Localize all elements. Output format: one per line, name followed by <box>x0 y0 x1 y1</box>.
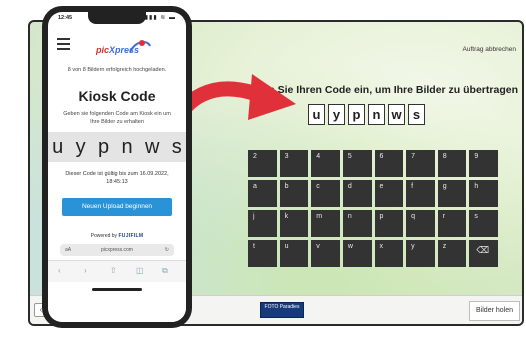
code-validity-text: Dieser Code ist gültig bis zum 16.09.202… <box>65 171 169 185</box>
home-indicator <box>92 288 142 291</box>
reload-icon[interactable]: ↻ <box>165 244 169 256</box>
browser-toolbar: ‹ › ⇧ ◫ ⧉ <box>48 260 186 283</box>
menu-icon[interactable] <box>57 38 70 53</box>
bookmarks-icon[interactable]: ◫ <box>136 266 144 275</box>
upload-status-text: 8 von 8 Bildern erfolgreich hochgeladen. <box>67 67 167 73</box>
instruction-text: Geben sie folgenden Code am Kiosk ein um… <box>63 111 171 125</box>
powered-by: Powered by FUJIFILM <box>90 233 144 239</box>
forward-icon[interactable]: › <box>84 266 87 275</box>
phone-code-char: u <box>52 135 64 158</box>
status-time: 12:45 <box>58 15 73 21</box>
page-title: Kiosk Code <box>78 88 156 104</box>
phone-code-char: p <box>98 135 110 158</box>
logo-text: picXpress <box>96 45 140 55</box>
phone-code-char: w <box>144 135 160 158</box>
phone-code-char: s <box>171 135 182 158</box>
text-size-icon[interactable]: aA <box>65 244 71 256</box>
tabs-icon[interactable]: ⧉ <box>162 266 168 276</box>
share-icon[interactable]: ⇧ <box>110 266 117 275</box>
status-bar: 12:45 ▮▮▮ ≋ ▬ <box>58 14 176 24</box>
url-text: picxpress.com <box>101 247 133 253</box>
back-icon[interactable]: ‹ <box>58 266 61 275</box>
phone-code-char: y <box>75 135 86 158</box>
phone-code-display: u y p n w s <box>48 132 186 162</box>
phone-code-char: n <box>121 135 133 158</box>
picxpress-logo: picXpress <box>96 38 152 60</box>
browser-url-bar[interactable]: aA picxpress.com ↻ <box>60 244 174 256</box>
fujifilm-logo: FUJIFILM <box>118 233 144 239</box>
signal-icon: ▮▮▮ ≋ ▬ <box>144 15 176 21</box>
smartphone: 12:45 ▮▮▮ ≋ ▬ picXpress 8 von 8 Bildern … <box>42 6 192 328</box>
new-upload-button[interactable]: Neuen Upload beginnen <box>62 198 172 216</box>
phone-screen: 12:45 ▮▮▮ ≋ ▬ picXpress 8 von 8 Bildern … <box>48 12 186 322</box>
